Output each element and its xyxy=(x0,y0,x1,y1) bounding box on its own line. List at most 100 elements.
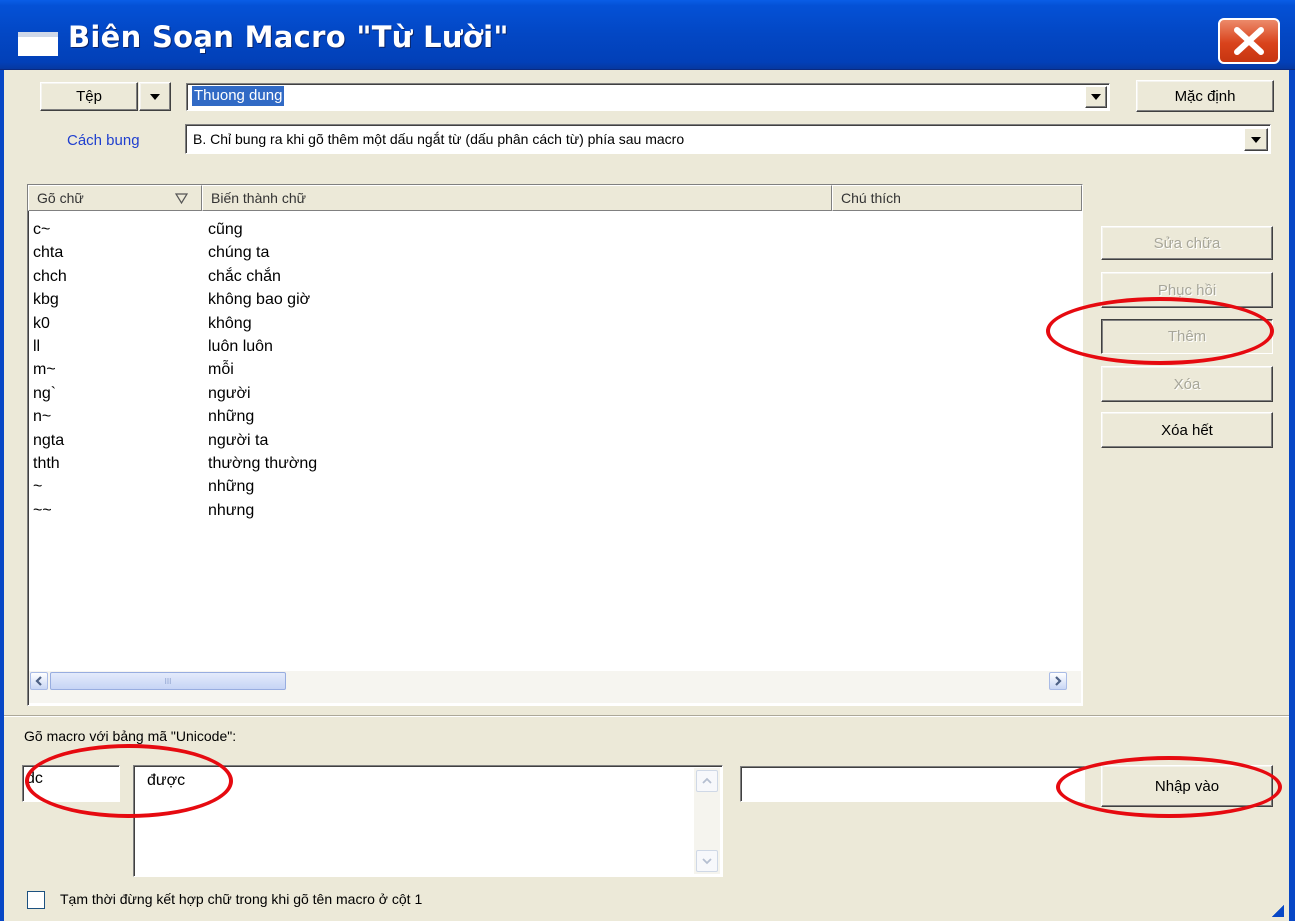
scroll-right-button[interactable] xyxy=(1049,672,1067,690)
default-button[interactable]: Mặc định xyxy=(1136,80,1274,112)
chevron-down-icon xyxy=(702,858,712,865)
macro-rows: c~ cũng chta chúng ta chch chắc chắn kbg không … xyxy=(28,219,1078,669)
add-button-label: Thêm xyxy=(1167,328,1207,345)
macro-key-cell: ngta xyxy=(33,431,65,449)
restore-button-label: Phục hồi xyxy=(1157,281,1217,299)
import-button-label: Nhập vào xyxy=(1154,777,1220,795)
chevron-up-icon xyxy=(702,777,712,784)
table-row[interactable]: ngta người ta xyxy=(28,430,1078,454)
macro-value-cell: luôn luôn xyxy=(208,338,273,355)
macro-key-cell: chta xyxy=(33,244,64,262)
vertical-scrollbar[interactable] xyxy=(694,768,720,874)
column-header-note-label: Chú thích xyxy=(841,190,901,206)
macro-value-cell: chắc chắn xyxy=(208,267,281,285)
add-button[interactable]: Thêm xyxy=(1101,319,1273,354)
macro-key-cell: ~~ xyxy=(33,501,52,519)
window-title: Biên Soạn Macro "Từ Lười" xyxy=(68,20,509,54)
table-row[interactable]: chta chúng ta xyxy=(28,242,1078,266)
file-name-dropdown-button[interactable] xyxy=(1085,86,1107,108)
macro-value-cell: những xyxy=(208,478,255,496)
macro-value-cell: chúng ta xyxy=(208,244,270,262)
expand-mode-dropdown-button[interactable] xyxy=(1244,128,1268,151)
table-row[interactable]: ~~ nhưng xyxy=(28,500,1078,524)
macro-key-cell: c~ xyxy=(33,221,51,238)
macro-key-cell: m~ xyxy=(33,361,56,379)
delete-button-label: Xóa xyxy=(1173,375,1201,393)
temp-disable-checkbox[interactable] xyxy=(27,891,45,909)
window-frame-right xyxy=(1289,70,1295,921)
macro-key-cell: ~ xyxy=(33,478,43,496)
import-button[interactable]: Nhập vào xyxy=(1101,765,1273,807)
delete-all-button-label: Xóa hết xyxy=(1161,421,1213,439)
expand-mode-value: B. Chỉ bung ra khi gõ thêm một dấu ngắt … xyxy=(193,131,685,147)
macro-value-cell: không bao giờ xyxy=(208,291,311,309)
expand-mode-label: Cách bung xyxy=(67,132,140,149)
chevron-left-icon xyxy=(35,676,42,686)
macro-key-cell: chch xyxy=(33,267,67,285)
macro-name-input[interactable]: dc xyxy=(22,765,120,802)
macro-expansion-text: được xyxy=(147,772,186,789)
macro-value-cell: thường thường xyxy=(208,455,318,472)
macro-key-cell: n~ xyxy=(33,408,52,426)
scroll-down-button[interactable] xyxy=(696,850,718,872)
scroll-thumb-grip: III xyxy=(164,676,172,686)
macro-comment-input[interactable] xyxy=(740,766,1085,802)
file-button-label: Tệp xyxy=(76,88,102,105)
table-row[interactable]: chch chắc chắn xyxy=(28,266,1078,290)
horizontal-scrollbar[interactable]: III xyxy=(29,671,1081,703)
macro-value-cell: mỗi xyxy=(208,361,234,379)
table-row[interactable]: ll luôn luôn xyxy=(28,336,1078,360)
section-divider xyxy=(4,715,1289,717)
chevron-down-icon xyxy=(150,93,160,100)
table-row[interactable]: m~ mỗi xyxy=(28,359,1078,383)
chevron-right-icon xyxy=(1055,676,1062,686)
macro-value-cell: nhưng xyxy=(208,501,255,519)
macro-expansion-textarea[interactable]: được xyxy=(133,765,723,877)
macro-key-cell: k0 xyxy=(33,314,50,332)
table-row[interactable]: ng` người xyxy=(28,383,1078,407)
macro-key-cell: thth xyxy=(33,455,60,472)
edit-button-label: Sửa chữa xyxy=(1153,234,1221,252)
macro-key-cell: ng` xyxy=(33,384,57,402)
table-row[interactable]: ~ những xyxy=(28,476,1078,500)
horizontal-scroll-thumb[interactable]: III xyxy=(50,672,286,690)
macro-value-cell: cũng xyxy=(208,221,243,238)
restore-button[interactable]: Phục hồi xyxy=(1101,272,1273,308)
macro-list[interactable]: Gõ chữ Biến thành chữ Chú thích c~ cũng ch… xyxy=(27,184,1083,706)
chevron-down-icon xyxy=(1091,94,1101,100)
macro-value-cell: người ta xyxy=(208,431,269,449)
window-icon xyxy=(18,32,58,56)
window-frame-left xyxy=(0,70,4,921)
macro-value-cell: không xyxy=(208,314,252,332)
edit-button[interactable]: Sửa chữa xyxy=(1101,226,1273,260)
file-menu-dropdown-button[interactable] xyxy=(139,82,171,111)
close-icon xyxy=(1234,27,1264,55)
file-button[interactable]: Tệp xyxy=(40,82,138,111)
delete-button[interactable]: Xóa xyxy=(1101,366,1273,402)
file-name-value[interactable]: Thuong dung xyxy=(192,86,285,106)
file-name-combobox[interactable] xyxy=(186,83,1110,111)
column-header-shortcut[interactable]: Gõ chữ xyxy=(28,185,202,211)
macro-value-cell: người xyxy=(208,384,251,402)
scroll-up-button[interactable] xyxy=(696,770,718,792)
resize-grip-icon[interactable] xyxy=(1272,905,1284,917)
macro-value-cell: những xyxy=(208,408,255,426)
table-row[interactable]: thth thường thường xyxy=(28,453,1078,477)
chevron-down-icon xyxy=(1251,136,1261,143)
column-header-expansion-label: Biến thành chữ xyxy=(211,190,306,206)
table-row[interactable]: kbg không bao giờ xyxy=(28,289,1078,313)
delete-all-button[interactable]: Xóa hết xyxy=(1101,412,1273,448)
table-row[interactable]: k0 không xyxy=(28,313,1078,337)
temp-disable-checkbox-label[interactable]: Tạm thời đừng kết hợp chữ trong khi gõ t… xyxy=(60,891,422,907)
scroll-left-button[interactable] xyxy=(30,672,48,690)
default-button-label: Mặc định xyxy=(1174,87,1236,105)
macro-key-cell: ll xyxy=(33,338,41,355)
column-header-shortcut-label: Gõ chữ xyxy=(37,190,84,206)
table-row[interactable]: c~ cũng xyxy=(28,219,1078,243)
column-header-expansion[interactable]: Biến thành chữ xyxy=(202,185,832,211)
table-row[interactable]: n~ những xyxy=(28,406,1078,430)
macro-key-cell: kbg xyxy=(33,291,59,309)
close-button[interactable] xyxy=(1218,18,1280,64)
encoding-label: Gõ macro với bảng mã "Unicode": xyxy=(24,728,237,744)
column-header-note[interactable]: Chú thích xyxy=(832,185,1082,211)
